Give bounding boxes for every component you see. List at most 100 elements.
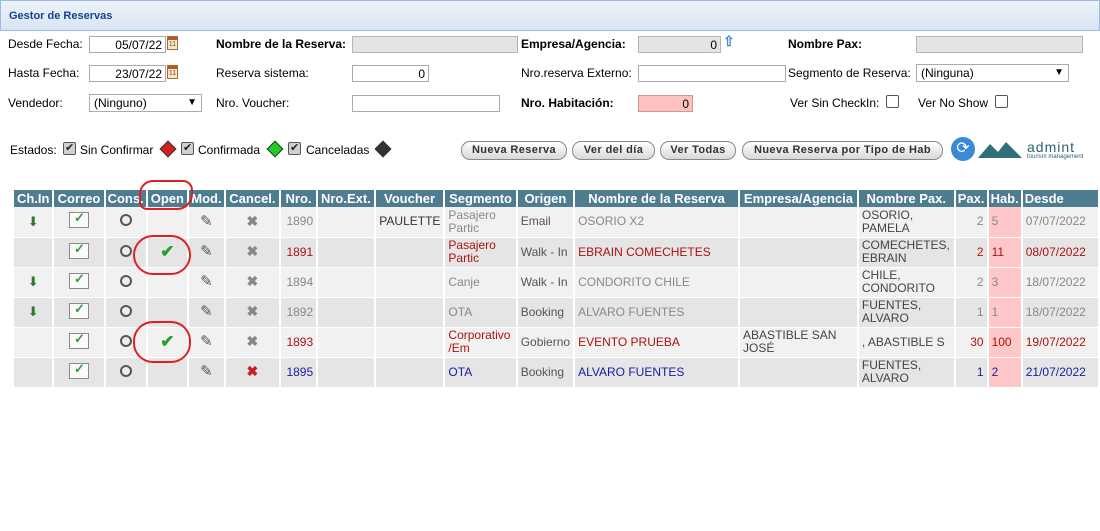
nro-voucher-input[interactable]	[352, 95, 500, 112]
col-nombre-pax[interactable]: Nombre Pax.	[857, 190, 956, 207]
cancel-icon[interactable]: ✖	[247, 334, 259, 348]
col-checkin[interactable]: Ch.In	[14, 190, 55, 207]
edit-icon[interactable]: ✎	[200, 244, 213, 259]
col-cancel[interactable]: Cancel.	[224, 190, 281, 207]
col-mod[interactable]: Mod.	[188, 190, 226, 207]
mail-icon[interactable]	[68, 362, 89, 379]
empresa-input[interactable]: 0	[638, 36, 721, 53]
edit-icon[interactable]: ✎	[200, 334, 213, 349]
cancel-icon[interactable]: ✖	[247, 214, 259, 228]
desde-cell: 18/07/2022	[1021, 297, 1100, 328]
reserva-sistema-input[interactable]: 0	[352, 65, 429, 82]
search-icon[interactable]	[119, 334, 132, 347]
table-row[interactable]: ⬇✎✖1890PAULETTEPasajero ParticEmailOSORI…	[14, 207, 1100, 238]
sin-confirmar-checkbox[interactable]	[63, 141, 76, 155]
desde-fecha-input[interactable]: 05/07/22	[89, 36, 166, 53]
cons-cell[interactable]	[104, 357, 148, 388]
mod-cell[interactable]: ✎	[188, 357, 226, 388]
segmento-select[interactable]: (Ninguna) ▼	[916, 64, 1069, 82]
nro-habitacion-input[interactable]: 0	[638, 95, 693, 112]
mod-cell[interactable]: ✎	[188, 267, 226, 298]
nombre-pax-input[interactable]	[916, 36, 1083, 53]
checkin-cell[interactable]: ⬇	[14, 297, 55, 328]
pax-cell: 2	[954, 237, 989, 268]
col-voucher[interactable]: Voucher	[374, 190, 446, 207]
correo-cell[interactable]	[53, 237, 106, 268]
edit-icon[interactable]: ✎	[200, 274, 213, 289]
col-pax[interactable]: Pax.	[954, 190, 989, 207]
correo-cell[interactable]	[53, 327, 106, 358]
refresh-icon[interactable]: ⟳	[951, 137, 975, 161]
hab-cell: 100	[987, 327, 1023, 358]
search-icon[interactable]	[119, 304, 132, 317]
annotation-circle-open-header	[139, 180, 193, 210]
cons-cell[interactable]	[104, 207, 148, 238]
mod-cell[interactable]: ✎	[188, 327, 226, 358]
search-icon[interactable]	[119, 214, 132, 227]
mail-icon[interactable]	[68, 272, 89, 289]
calendar-icon[interactable]: 11	[167, 36, 178, 50]
cancel-cell[interactable]: ✖	[224, 327, 281, 358]
mail-icon[interactable]	[68, 302, 89, 319]
checkin-icon[interactable]: ⬇	[28, 215, 39, 228]
correo-cell[interactable]	[53, 207, 106, 238]
checkin-icon[interactable]: ⬇	[28, 305, 39, 318]
col-segmento[interactable]: Segmento	[444, 190, 518, 207]
mail-icon[interactable]	[68, 332, 89, 349]
cancel-cell[interactable]: ✖	[224, 357, 281, 388]
mod-cell[interactable]: ✎	[188, 297, 226, 328]
edit-icon[interactable]: ✎	[200, 364, 213, 379]
cancel-icon[interactable]: ✖	[247, 274, 259, 288]
cancel-icon[interactable]: ✖	[247, 364, 259, 378]
nueva-reserva-button[interactable]: Nueva Reserva	[461, 141, 567, 160]
checkin-cell[interactable]: ⬇	[14, 207, 55, 238]
arrow-up-icon[interactable]: ⇧	[723, 33, 735, 50]
checkin-cell[interactable]: ⬇	[14, 267, 55, 298]
cancel-icon[interactable]: ✖	[247, 304, 259, 318]
col-correo[interactable]: Correo	[53, 190, 106, 207]
search-icon[interactable]	[119, 244, 132, 257]
cancel-cell[interactable]: ✖	[224, 207, 281, 238]
logo-mountains-icon	[978, 142, 1022, 158]
search-icon[interactable]	[119, 364, 132, 377]
ver-sin-checkin-checkbox[interactable]	[886, 95, 899, 108]
ver-no-show-checkbox[interactable]	[995, 95, 1008, 108]
red-diamond-icon	[159, 140, 177, 158]
cons-cell[interactable]	[104, 297, 148, 328]
checkin-icon[interactable]: ⬇	[28, 275, 39, 288]
mail-icon[interactable]	[68, 211, 89, 229]
hab-cell: 1	[987, 297, 1023, 328]
edit-icon[interactable]: ✎	[200, 214, 213, 229]
cancel-cell[interactable]: ✖	[224, 237, 281, 268]
col-empresa[interactable]: Empresa/Agencia	[739, 190, 859, 207]
col-nombre-reserva[interactable]: Nombre de la Reserva	[574, 190, 741, 207]
cons-cell[interactable]	[104, 267, 148, 298]
nro-externo-input[interactable]	[638, 65, 786, 82]
edit-icon[interactable]: ✎	[200, 304, 213, 319]
hasta-fecha-input[interactable]: 23/07/22	[89, 65, 166, 82]
col-desde[interactable]: Desde	[1021, 190, 1100, 207]
canceladas-checkbox[interactable]	[288, 141, 301, 155]
mod-cell[interactable]: ✎	[188, 237, 226, 268]
confirmada-checkbox[interactable]	[181, 141, 194, 155]
search-icon[interactable]	[119, 274, 132, 287]
cancel-cell[interactable]: ✖	[224, 267, 281, 298]
nueva-reserva-tipo-hab-button[interactable]: Nueva Reserva por Tipo de Hab	[742, 141, 943, 160]
cancel-cell[interactable]: ✖	[224, 297, 281, 328]
col-origen[interactable]: Origen	[516, 190, 576, 207]
cancel-icon[interactable]: ✖	[247, 244, 259, 258]
correo-cell[interactable]	[53, 357, 106, 388]
col-nro[interactable]: Nro.	[279, 190, 319, 207]
ver-del-dia-button[interactable]: Ver del día	[572, 141, 655, 160]
calendar-icon[interactable]: 11	[167, 65, 178, 79]
mod-cell[interactable]: ✎	[188, 207, 226, 238]
col-nro-ext[interactable]: Nro.Ext.	[317, 190, 376, 207]
ver-todas-button[interactable]: Ver Todas	[660, 141, 736, 160]
nombre-reserva-input[interactable]	[352, 36, 518, 53]
voucher-cell	[374, 357, 446, 388]
col-hab[interactable]: Hab.	[987, 190, 1023, 207]
correo-cell[interactable]	[53, 297, 106, 328]
correo-cell[interactable]	[53, 267, 106, 298]
vendedor-select[interactable]: (Ninguno) ▼	[89, 94, 202, 112]
mail-icon[interactable]	[68, 242, 89, 259]
